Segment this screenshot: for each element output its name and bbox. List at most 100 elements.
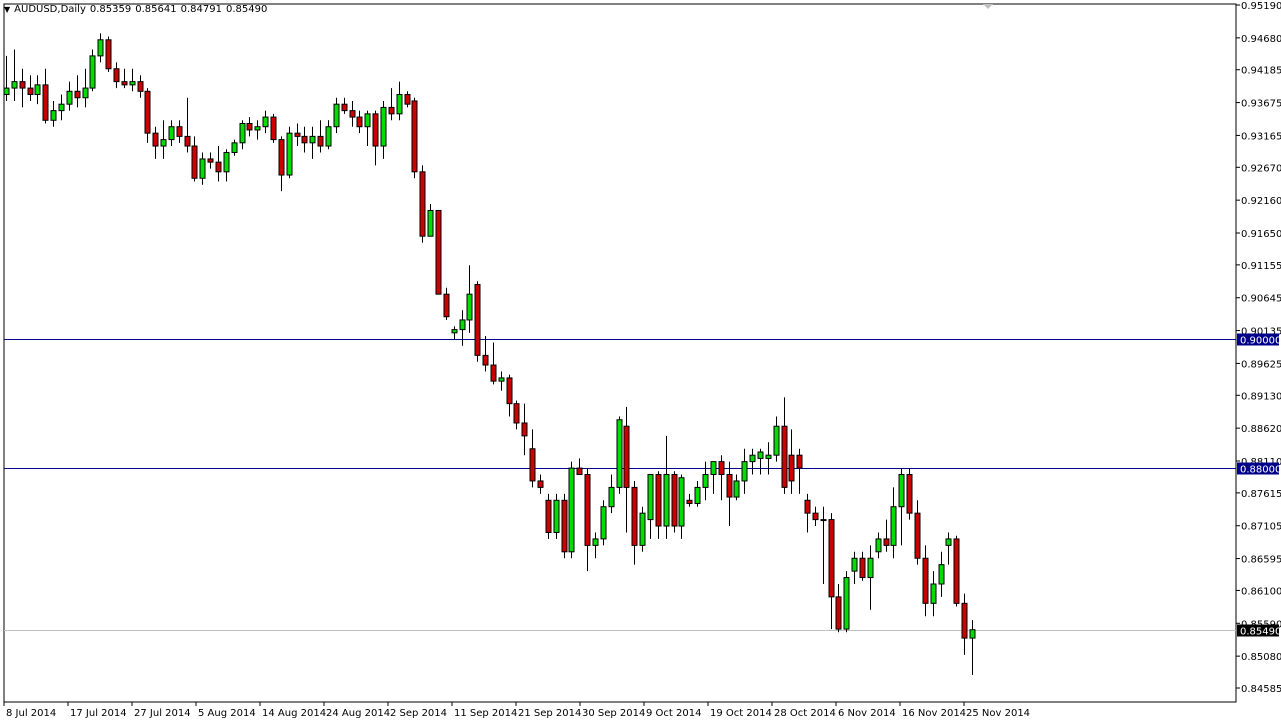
candle[interactable] <box>671 471 678 533</box>
candle[interactable] <box>568 461 575 559</box>
candle-body-bear <box>914 512 921 559</box>
price-chart[interactable]: 0.95190 0.94680 0.94185 0.93675 0.93165 0.926… <box>0 0 1281 722</box>
candle-body-bear <box>812 512 819 521</box>
candle-body-bull <box>66 90 73 105</box>
candle[interactable] <box>600 500 607 546</box>
candle-body-bear <box>443 293 450 318</box>
candle-body-bear <box>411 100 418 173</box>
candle-body-bull <box>843 577 850 630</box>
time-tick-label: 5 Aug 2014 <box>198 708 256 719</box>
candle[interactable] <box>553 493 560 539</box>
candle-body-bull <box>239 123 246 144</box>
price-axis: 0.95190 0.94680 0.94185 0.93675 0.93165 0.926… <box>1236 1 1281 695</box>
candle-body-bear <box>804 499 811 514</box>
time-tick-label: 17 Jul 2014 <box>70 708 127 719</box>
candle-body-bull <box>930 583 937 604</box>
candle-body-bull <box>663 474 670 527</box>
candle-body-bear <box>529 448 536 482</box>
candle[interactable] <box>89 49 96 92</box>
candle-body-bear <box>474 284 481 356</box>
candle-body-bear <box>859 557 866 579</box>
candle-body-bull <box>364 113 371 128</box>
time-tick-label: 27 Jul 2014 <box>134 708 191 719</box>
candle-body-bull <box>50 110 57 121</box>
candle-body-bull <box>262 116 269 128</box>
candle-body-bear <box>349 110 356 118</box>
candle-body-bear <box>835 596 842 630</box>
candle-body-bear <box>144 90 151 134</box>
price-tick-label: 0.92670 <box>1241 163 1281 174</box>
price-tick-label: 0.92160 <box>1241 196 1281 207</box>
candle[interactable] <box>105 36 112 72</box>
candle-body-bear <box>341 103 348 112</box>
candle-body-bear <box>19 81 26 89</box>
candle-body-bull <box>553 499 560 533</box>
candle-body-bull <box>380 106 387 147</box>
dropdown-triangle-icon[interactable]: ▼ <box>4 5 10 14</box>
candle[interactable] <box>474 281 481 362</box>
candle-body-bull <box>309 135 316 144</box>
candle-body-bear <box>584 474 591 546</box>
candle[interactable] <box>616 416 623 494</box>
candle-body-bull <box>678 477 685 527</box>
candle-body-bear <box>655 474 662 527</box>
candle-body-bull <box>466 293 473 321</box>
candle-body-bear <box>576 467 583 476</box>
candle-body-bear <box>301 135 308 144</box>
candle[interactable] <box>953 535 960 607</box>
candle[interactable] <box>906 468 913 520</box>
time-tick-label: 2 Sep 2014 <box>390 708 447 719</box>
candle-body-bear <box>623 425 630 488</box>
time-tick-label: 24 Aug 2014 <box>326 708 390 719</box>
price-tick-label: 0.88620 <box>1241 424 1281 435</box>
time-tick-label: 11 Sep 2014 <box>454 708 517 719</box>
candle[interactable] <box>411 97 418 179</box>
candle-body-bear <box>521 422 528 437</box>
price-line-label: 0.88000 <box>1240 465 1281 476</box>
open-value: 0.85359 <box>89 4 132 15</box>
candle-body-bull <box>741 461 748 482</box>
candle-body-bear <box>207 158 214 163</box>
chart-header: ▼ AUDUSD,Daily 0.85359 0.85641 0.84791 0.8549… <box>4 4 271 15</box>
candle-body-bear <box>781 425 788 488</box>
time-tick-label: 21 Sep 2014 <box>518 708 581 719</box>
candle-body-bull <box>875 538 882 553</box>
time-axis: 8 Jul 2014 17 Jul 2014 27 Jul 2014 5 Aug 20… <box>3 702 1030 719</box>
candle[interactable] <box>419 165 426 243</box>
price-line-label: 0.85490 <box>1240 627 1281 638</box>
candle-body-bear <box>74 90 81 99</box>
candle-body-bull <box>592 538 599 546</box>
close-value: 0.85490 <box>225 4 268 15</box>
candle-body-bear <box>356 116 363 128</box>
candle[interactable] <box>561 493 568 559</box>
price-tick-label: 0.94680 <box>1241 34 1281 45</box>
candle[interactable] <box>639 506 646 552</box>
time-tick-label: 19 Oct 2014 <box>710 708 772 719</box>
candle[interactable] <box>435 209 442 295</box>
candle-body-bear <box>922 557 929 604</box>
candle[interactable] <box>545 493 552 539</box>
price-line-label: 0.90000 <box>1240 336 1281 347</box>
candle-body-bull <box>82 87 89 99</box>
candle[interactable] <box>843 571 850 633</box>
price-tick-label: 0.86100 <box>1241 586 1281 597</box>
candle-body-bear <box>506 377 513 405</box>
candle-body-bear <box>317 135 324 147</box>
candle-body-bull <box>639 512 646 546</box>
chart-canvas[interactable]: 0.95190 0.94680 0.94185 0.93675 0.93165 0.926… <box>0 0 1281 722</box>
candle-body-bull <box>600 506 607 540</box>
candle-body-bull <box>286 132 293 176</box>
plot-area <box>3 3 1237 703</box>
candle[interactable] <box>286 126 293 179</box>
candle-body-bear <box>152 132 159 147</box>
candle-body-bear <box>246 123 253 131</box>
candle-body-bear <box>726 474 733 498</box>
price-tick-label: 0.86595 <box>1241 555 1281 566</box>
price-tick-label: 0.89130 <box>1241 391 1281 402</box>
candle[interactable] <box>270 113 277 143</box>
candle-body-bear <box>490 364 497 382</box>
candle-body-bull <box>97 39 104 57</box>
time-tick-label: 25 Nov 2014 <box>966 708 1030 719</box>
candle-body-bear <box>184 135 191 147</box>
candle-body-bull <box>3 87 10 96</box>
